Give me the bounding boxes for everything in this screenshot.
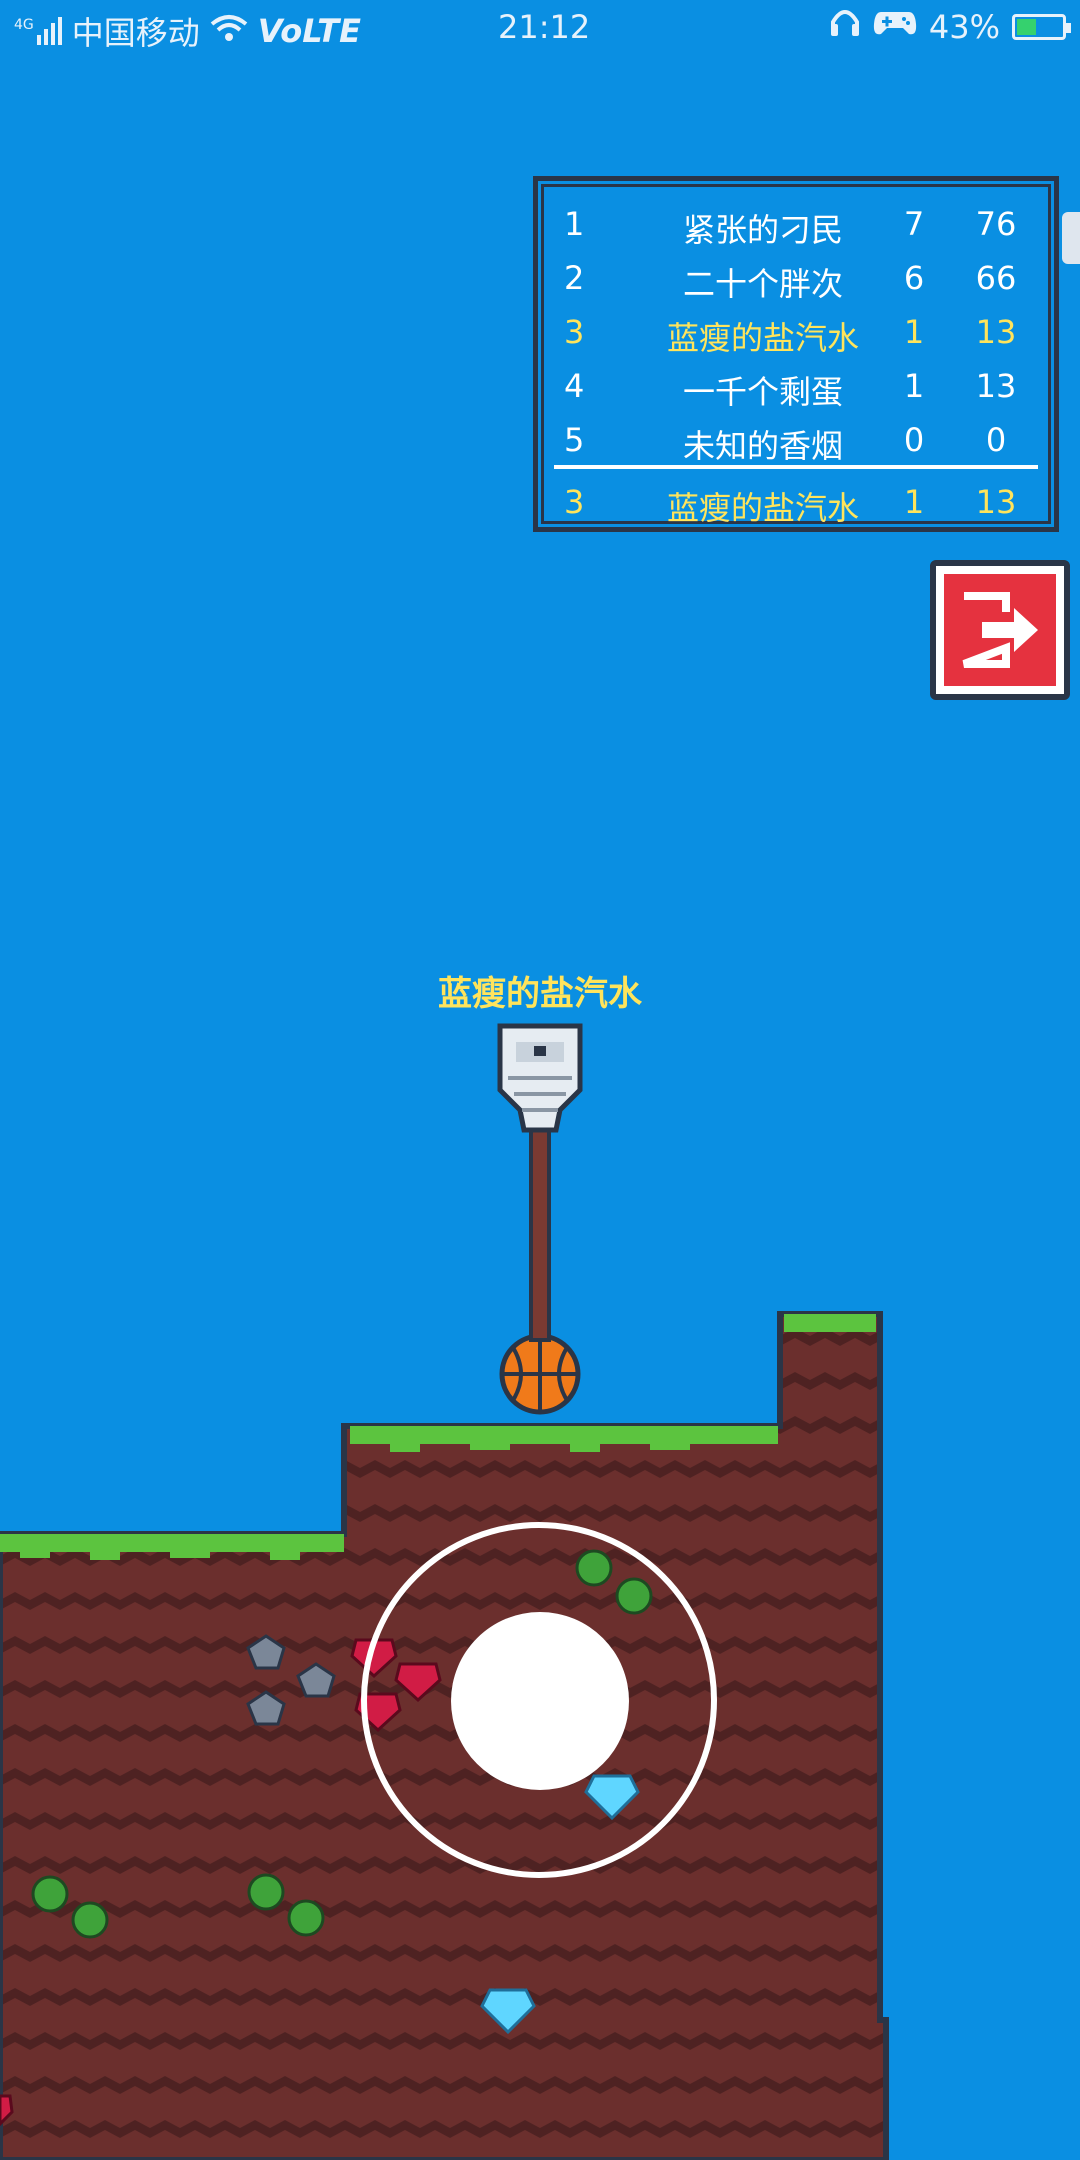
- leaderboard-row: 1 紧张的刁民 7 76: [564, 205, 1017, 249]
- drill-head: [497, 1023, 583, 1133]
- leaderboard-divider: [554, 465, 1038, 469]
- leaderboard-row: 4 一千个剩蛋 1 13: [564, 367, 1017, 411]
- leaderboard-row-self: 3 蓝瘦的盐汽水 1 13: [564, 313, 1017, 357]
- basketball: [499, 1333, 581, 1415]
- exit-button[interactable]: [930, 560, 1070, 700]
- leaderboard-row: 5 未知的香烟 0 0: [564, 421, 1007, 465]
- leaderboard-self-summary: 3 蓝瘦的盐汽水 1 13: [564, 483, 1017, 527]
- leaderboard-panel: 1 紧张的刁民 7 76 2 二十个胖次 6 66 3 蓝瘦的盐汽水 1 13 …: [533, 176, 1059, 532]
- leaderboard-toggle-tab[interactable]: [1062, 212, 1080, 264]
- drill-pole: [529, 1118, 551, 1342]
- player-name-label: 蓝瘦的盐汽水: [438, 974, 642, 1014]
- exit-icon: [962, 592, 1038, 668]
- joystick-knob[interactable]: [451, 1612, 629, 1790]
- leaderboard-row: 2 二十个胖次 6 66: [564, 259, 1017, 303]
